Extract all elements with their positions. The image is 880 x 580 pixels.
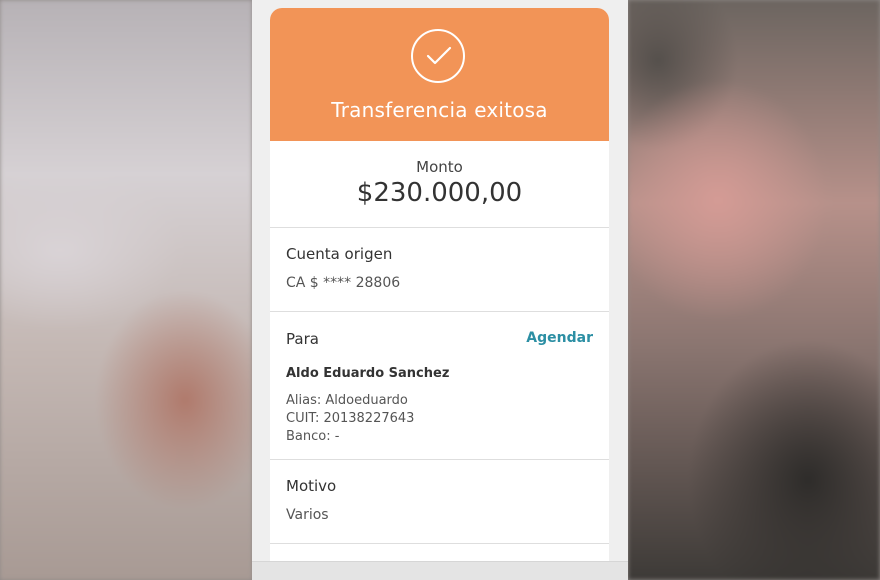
recipient-name: Aldo Eduardo Sanchez bbox=[286, 366, 450, 381]
amount-label: Monto bbox=[416, 158, 463, 176]
reason-label: Motivo bbox=[286, 477, 337, 495]
recipient-cuit: CUIT: 20138227643 bbox=[286, 411, 415, 426]
recipient-label: Para bbox=[286, 330, 319, 348]
schedule-link[interactable]: Agendar bbox=[526, 330, 593, 346]
bottom-bar bbox=[252, 561, 628, 580]
success-header: Transferencia exitosa bbox=[270, 8, 609, 141]
recipient-alias: Alias: Aldoeduardo bbox=[286, 393, 408, 408]
success-title: Transferencia exitosa bbox=[331, 98, 548, 122]
amount-value: $230.000,00 bbox=[356, 178, 523, 208]
reason-value: Varios bbox=[286, 507, 329, 523]
reason-section: Motivo Varios bbox=[270, 460, 609, 544]
recipient-bank: Banco: - bbox=[286, 429, 340, 444]
blurred-background-right bbox=[628, 0, 880, 580]
recipient-section: Para Agendar Aldo Eduardo Sanchez Alias:… bbox=[270, 312, 609, 460]
origin-account-label: Cuenta origen bbox=[286, 245, 393, 263]
check-circle-icon bbox=[411, 29, 465, 83]
amount-section: Monto $230.000,00 bbox=[270, 141, 609, 228]
transfer-receipt-card: Transferencia exitosa Monto $230.000,00 … bbox=[270, 8, 609, 580]
origin-account-section: Cuenta origen CA $ **** 28806 bbox=[270, 228, 609, 312]
blurred-background-left bbox=[0, 0, 252, 580]
origin-account-value: CA $ **** 28806 bbox=[286, 275, 401, 291]
phone-screen: Transferencia exitosa Monto $230.000,00 … bbox=[252, 0, 628, 580]
